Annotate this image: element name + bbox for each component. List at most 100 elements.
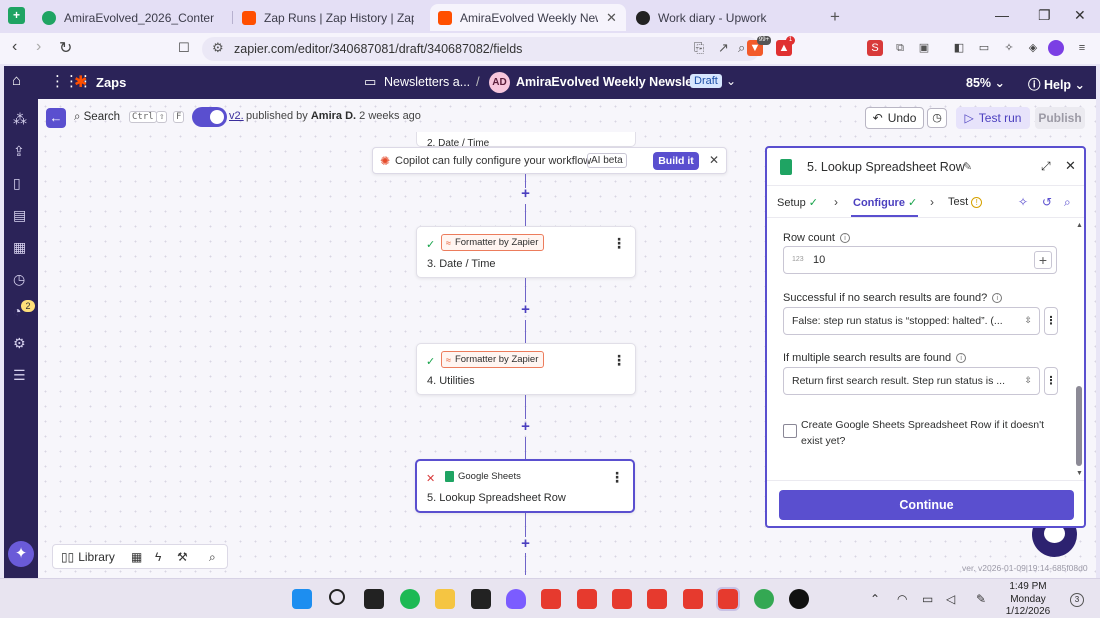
tab-test[interactable]: Test! [948,196,983,208]
help-menu[interactable]: ⓘ Help ⌄ [1028,74,1085,93]
panel-scrollbar[interactable] [1076,386,1082,466]
info-icon[interactable]: i [956,353,967,363]
zoom-dropdown[interactable]: 85% ⌄ [966,75,1005,90]
new-tab-icon[interactable]: + [830,7,840,27]
library-button[interactable]: ▯▯ Library [61,550,115,564]
import-icon[interactable]: ⇪ [13,143,25,160]
more-options-icon[interactable]: ⋮ [612,352,626,369]
add-step-icon[interactable]: + [519,419,532,434]
apps-icon[interactable]: ⁂ [13,111,27,128]
leo-ai-icon[interactable]: ✧ [1001,40,1017,56]
search-button[interactable]: ⌕ Search [74,111,120,124]
insert-data-plus-icon[interactable]: + [1034,251,1052,269]
sticky-notes-icon[interactable] [471,589,491,609]
zaps-nav-label[interactable]: Zaps [96,75,126,90]
minimize-icon[interactable]: — [995,7,1009,23]
search-icon[interactable]: ⌕ [1064,195,1071,210]
brave-icon[interactable] [577,589,597,609]
reload-icon[interactable]: ↻ [59,38,72,58]
spotify-icon[interactable] [400,589,420,609]
add-step-icon[interactable]: + [519,302,532,317]
create-row-checkbox[interactable] [783,424,797,438]
system-clock[interactable]: 1:49 PM Monday 1/12/2026 [1000,581,1056,618]
comment-icon[interactable]: ▤ [13,207,26,224]
more-options-icon[interactable]: ⋮ [612,235,626,252]
tools-icon[interactable]: ⚒ [177,550,188,564]
version-link[interactable]: v2. [229,110,244,122]
add-step-icon[interactable]: + [519,536,532,551]
more-options-icon[interactable]: ⋮ [1044,307,1058,335]
scroll-down-icon[interactable]: ▼ [1076,470,1083,477]
step-card-5[interactable]: ✕ Google Sheets ⋮ 5. Lookup Spreadsheet … [415,459,635,513]
chevron-up-icon[interactable]: ⌃ [870,592,880,606]
close-icon[interactable]: ✕ [709,153,719,167]
wallet-icon[interactable]: ▭ [976,40,992,56]
vpn-icon[interactable]: ◈ [1025,40,1041,56]
folder-breadcrumb[interactable]: Newsletters a... [384,75,470,89]
back-icon[interactable]: ‹ [12,38,17,56]
chevron-down-icon[interactable]: ⌄ [726,74,736,88]
layers-icon[interactable]: ☰ [13,367,26,384]
info-icon[interactable]: i [839,233,850,243]
step-card-3[interactable]: ✓ ≈ Formatter by Zapier ⋮ 3. Date / Time [416,226,636,278]
zap-on-toggle[interactable] [192,107,227,127]
info-icon[interactable]: i [992,293,1003,303]
edit-title-icon[interactable]: ✎ [963,160,972,173]
tab-content-bank[interactable]: AmiraEvolved_2026_Content_Bank - G [34,4,222,31]
forward-icon[interactable]: › [36,38,41,56]
windows-start-icon[interactable] [292,589,312,609]
upwork-icon[interactable] [789,589,809,609]
menu-icon[interactable]: ≡ [1074,40,1090,56]
address-bar[interactable]: ⚙ zapier.com/editor/340687081/draft/3406… [202,37,760,61]
copy-icon[interactable]: ⎘ [694,40,704,56]
file-explorer-icon[interactable] [435,589,455,609]
brave-icon[interactable] [647,589,667,609]
extensions-puzzle-icon[interactable]: ⧉ [892,40,908,56]
copilot-icon[interactable]: ✦ [8,541,34,567]
brave-icon[interactable] [683,589,703,609]
restore-icon[interactable]: ❐ [1038,7,1051,24]
brave-icon[interactable] [612,589,632,609]
app-icon[interactable] [506,589,526,609]
close-panel-icon[interactable]: ✕ [1065,158,1076,174]
tab-zap-runs[interactable]: Zap Runs | Zap History | Zapier [234,4,422,31]
layout-icon[interactable]: ▦ [131,550,142,564]
share-icon[interactable]: ↗ [718,40,729,56]
site-settings-icon[interactable]: ⚙ [212,40,224,56]
brave-icon[interactable] [541,589,561,609]
publish-button[interactable]: Publish [1035,107,1085,129]
calendar-icon[interactable]: ▦ [13,239,26,256]
tab-work-diary[interactable]: Work diary - Upwork [628,4,816,31]
more-options-icon[interactable]: ⋮ [610,469,624,486]
step-card-4[interactable]: ✓ ≈ Formatter by Zapier ⋮ 4. Utilities [416,343,636,395]
volume-icon[interactable]: ◁ [946,592,955,606]
battery-icon[interactable]: ▭ [922,592,933,606]
extension-red-icon[interactable]: S [867,40,883,56]
sidebar-toggle-icon[interactable]: ◧ [951,40,967,56]
window-close-icon[interactable]: ✕ [1074,7,1086,24]
no-results-select[interactable]: False: step run status is “stopped: halt… [783,307,1040,335]
tab-weekly-newsletter[interactable]: AmiraEvolved Weekly Newsletter ✕ [430,4,626,31]
expand-icon[interactable]: ⤢ [1041,159,1051,174]
brave-active-icon[interactable] [716,587,740,611]
home-icon[interactable]: ⌂ [12,72,21,89]
search-icon[interactable] [329,589,345,605]
ai-sparkle-icon[interactable]: ✧ [1018,195,1028,209]
scroll-up-icon[interactable]: ▲ [1076,222,1083,229]
history-icon[interactable]: ◷ [13,271,25,288]
chrome-icon[interactable] [754,589,774,609]
bookmark-icon[interactable]: ☐ [178,40,190,56]
notification-count[interactable]: 3 [1070,593,1084,607]
settings-icon[interactable]: ⚙ [13,335,26,352]
profile-avatar-icon[interactable] [1048,40,1064,56]
zoom-icon[interactable]: ⌕ [738,40,745,56]
multiple-results-select[interactable]: Return first search result. Step run sta… [783,367,1040,395]
screenshot-icon[interactable]: ▣ [916,40,932,56]
step-card-2[interactable]: 2. Date / Time [416,132,636,147]
continue-button[interactable]: Continue [779,490,1074,520]
build-it-button[interactable]: Build it [653,152,699,170]
document-icon[interactable]: ▯ [13,175,21,192]
zap-title[interactable]: AmiraEvolved Weekly Newsletter [516,75,712,89]
search-icon[interactable]: ⌕ [209,550,216,565]
undo-button[interactable]: ↶ Undo [865,107,924,129]
